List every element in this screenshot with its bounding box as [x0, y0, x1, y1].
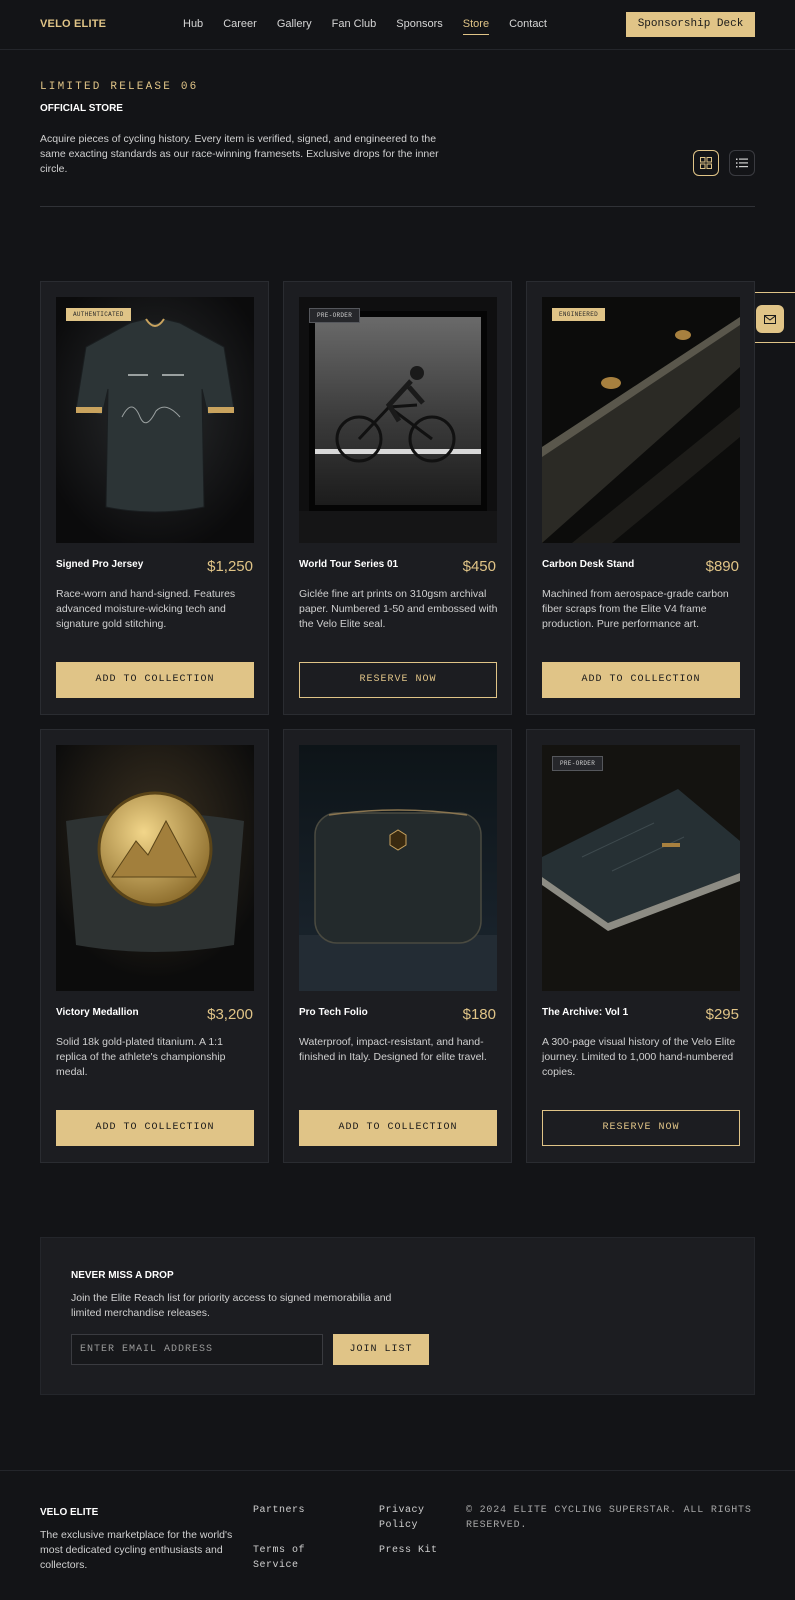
- store-intro: Acquire pieces of cycling history. Every…: [40, 133, 439, 175]
- product-name: Signed Pro Jersey: [56, 559, 144, 570]
- mail-icon: [756, 305, 784, 333]
- product-image-medallion[interactable]: [56, 745, 254, 991]
- nav-item-fan-club[interactable]: Fan Club: [332, 18, 377, 35]
- list-view-icon: [736, 158, 748, 168]
- grid-view-button[interactable]: [693, 150, 719, 176]
- nav-item-store[interactable]: Store: [462, 18, 490, 35]
- nav-item-gallery[interactable]: Gallery: [277, 18, 312, 35]
- footer-description: The exclusive marketplace for the world'…: [40, 1529, 233, 1571]
- product-name: Pro Tech Folio: [299, 1007, 368, 1018]
- hero-divider: [40, 206, 755, 207]
- footer-link-terms[interactable]: Terms of Service: [253, 1543, 333, 1573]
- product-badge: PRE-ORDER: [309, 308, 361, 323]
- nav-item-career[interactable]: Career: [223, 18, 257, 35]
- sponsorship-deck-button[interactable]: Sponsorship Deck: [626, 12, 755, 37]
- product-badge: AUTHENTICATED: [66, 308, 131, 321]
- product-image-archive-book[interactable]: PRE-ORDER: [542, 745, 740, 991]
- nav-item-hub[interactable]: Hub: [183, 18, 203, 35]
- product-name: Victory Medallion: [56, 1007, 139, 1018]
- product-description: Waterproof, impact-resistant, and hand-f…: [299, 1036, 487, 1063]
- add-to-collection-button[interactable]: ADD TO COLLECTION: [542, 662, 740, 698]
- product-image-folio[interactable]: [299, 745, 497, 991]
- product-name: The Archive: Vol 1: [542, 1007, 629, 1018]
- product-price: $890: [705, 558, 739, 575]
- product-badge: PRE-ORDER: [552, 756, 604, 771]
- product-card: Pro Tech Folio $180 Waterproof, impact-r…: [283, 729, 512, 1163]
- product-card: Victory Medallion $3,200 Solid 18k gold-…: [40, 729, 269, 1163]
- footer-link-partners[interactable]: Partners: [253, 1503, 305, 1518]
- product-price: $450: [462, 558, 496, 575]
- release-eyebrow: LIMITED RELEASE 06: [40, 81, 199, 93]
- email-input[interactable]: ENTER EMAIL ADDRESS: [71, 1334, 323, 1365]
- product-price: $1,250: [207, 558, 253, 575]
- footer-link-privacy[interactable]: Privacy Policy: [379, 1503, 449, 1533]
- product-card: PRE-ORDER World Tour Series 01 $450 Gicl…: [283, 281, 512, 715]
- add-to-collection-button[interactable]: ADD TO COLLECTION: [56, 1110, 254, 1146]
- product-price: $3,200: [207, 1006, 253, 1023]
- product-description: Giclée fine art prints on 310gsm archiva…: [299, 588, 498, 630]
- product-image-carbon-stand[interactable]: ENGINEERED: [542, 297, 740, 543]
- product-card: PRE-ORDER The Archive: Vol 1 $295 A 300-…: [526, 729, 755, 1163]
- main-nav: Hub Career Gallery Fan Club Sponsors Sto…: [183, 18, 547, 35]
- site-header: VELO ELITE Hub Career Gallery Fan Club S…: [0, 0, 795, 50]
- add-to-collection-button[interactable]: ADD TO COLLECTION: [299, 1110, 497, 1146]
- add-to-collection-button[interactable]: ADD TO COLLECTION: [56, 662, 254, 698]
- grid-view-icon: [700, 157, 712, 169]
- product-name: Carbon Desk Stand: [542, 559, 635, 570]
- product-name: World Tour Series 01: [299, 559, 399, 570]
- product-card: AUTHENTICATED Signed Pro Jersey $1,250 R…: [40, 281, 269, 715]
- nav-item-sponsors[interactable]: Sponsors: [396, 18, 442, 35]
- product-image-jersey[interactable]: AUTHENTICATED: [56, 297, 254, 543]
- footer-link-press-kit[interactable]: Press Kit: [379, 1543, 438, 1558]
- newsletter-section: NEVER MISS A DROP Join the Elite Reach l…: [40, 1237, 755, 1395]
- newsletter-title: NEVER MISS A DROP: [71, 1270, 174, 1281]
- product-description: A 300-page visual history of the Velo El…: [542, 1036, 736, 1078]
- join-list-button[interactable]: JOIN LIST: [333, 1334, 429, 1365]
- product-price: $295: [705, 1006, 739, 1023]
- product-card: ENGINEERED Carbon Desk Stand $890 Machin…: [526, 281, 755, 715]
- product-image-print[interactable]: PRE-ORDER: [299, 297, 497, 543]
- footer-brand: VELO ELITE: [40, 1507, 99, 1518]
- reserve-now-button[interactable]: RESERVE NOW: [299, 662, 497, 698]
- site-logo[interactable]: VELO ELITE: [40, 18, 106, 30]
- product-description: Solid 18k gold-plated titanium. A 1:1 re…: [56, 1036, 226, 1078]
- list-view-button[interactable]: [729, 150, 755, 176]
- copyright: © 2024 ELITE CYCLING SUPERSTAR. ALL RIGH…: [466, 1505, 752, 1531]
- product-description: Machined from aerospace-grade carbon fib…: [542, 588, 729, 630]
- nav-item-contact[interactable]: Contact: [509, 18, 547, 35]
- site-footer: VELO ELITE The exclusive marketplace for…: [0, 1470, 795, 1600]
- newsletter-text: Join the Elite Reach list for priority a…: [71, 1292, 392, 1319]
- page-title: OFFICIAL STORE: [40, 103, 123, 114]
- product-price: $180: [462, 1006, 496, 1023]
- product-description: Race-worn and hand-signed. Features adva…: [56, 588, 236, 630]
- reserve-now-button[interactable]: RESERVE NOW: [542, 1110, 740, 1146]
- product-badge: ENGINEERED: [552, 308, 606, 321]
